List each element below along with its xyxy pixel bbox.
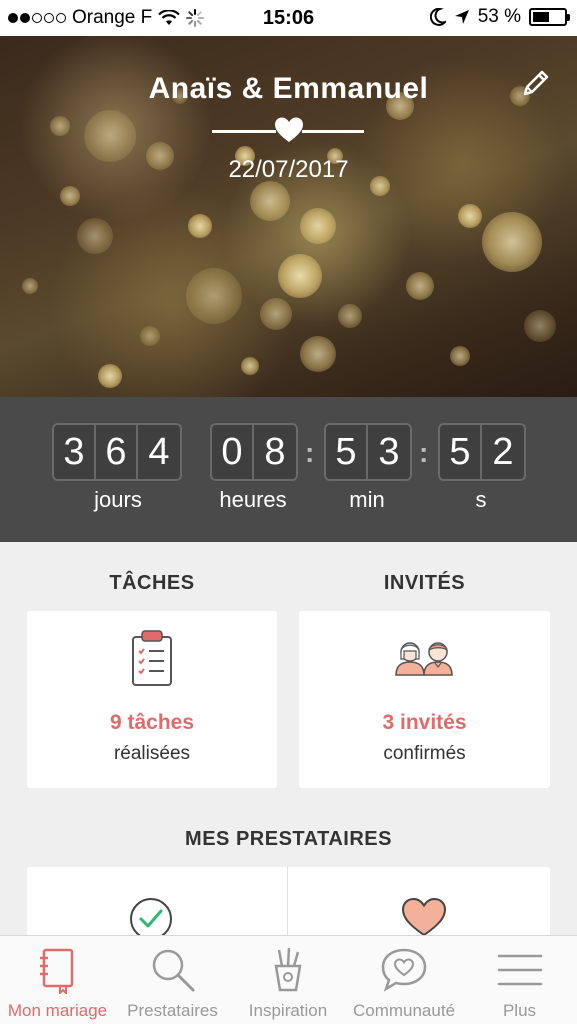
seconds-digits: 5 2 (438, 423, 526, 481)
status-bar: Orange F 15:06 53 % (0, 0, 577, 36)
couple-names: Anaïs & Emmanuel (148, 72, 429, 105)
guests-card[interactable]: 3 invités confirmés (299, 611, 550, 788)
seconds-label: s (475, 487, 487, 512)
minutes-label: min (349, 487, 385, 512)
guests-subtext: confirmés (383, 743, 466, 764)
bokeh-light (406, 272, 434, 300)
couple-avatars-icon (395, 642, 453, 676)
tab-plus[interactable]: Plus (462, 936, 577, 1024)
divider-left (212, 130, 276, 133)
pencil-edit-icon[interactable] (519, 66, 553, 100)
heart-icon (275, 117, 303, 142)
minutes-digits: 5 3 (324, 423, 412, 481)
divider-right (302, 130, 364, 133)
bokeh-light (300, 208, 336, 244)
bokeh-light (458, 204, 482, 228)
seconds-digit: 5 (440, 425, 482, 479)
bokeh-light (338, 304, 362, 328)
tasks-card[interactable]: 9 tâches réalisées (27, 611, 277, 788)
bokeh-light (60, 186, 80, 206)
status-right: 53 % (429, 6, 570, 28)
hours-label: heures (219, 487, 287, 512)
days-label: jours (94, 487, 142, 512)
bokeh-light (482, 212, 542, 272)
wedding-date: 22/07/2017 (228, 156, 349, 183)
tasks-subtext: réalisées (113, 743, 191, 764)
pencil-cup-icon (274, 947, 302, 992)
bokeh-light (188, 214, 212, 238)
battery-percent: 53 % (477, 6, 521, 27)
hours-digit: 0 (212, 425, 254, 479)
tab-inspiration[interactable]: Inspiration (230, 936, 346, 1024)
bokeh-light (278, 254, 322, 298)
minutes-digit: 3 (368, 425, 410, 479)
countdown-panel: 3 6 4 0 8 : 5 3 : 5 2 jours heures min s (0, 397, 577, 542)
bokeh-light (22, 278, 38, 294)
bokeh-light (241, 357, 259, 375)
minutes-digit: 5 (326, 425, 368, 479)
bokeh-light (98, 364, 122, 388)
search-icon (152, 949, 194, 992)
tab-prestataires[interactable]: Prestataires (115, 936, 230, 1024)
bokeh-light (450, 346, 470, 366)
tasks-count: 9 tâches (109, 711, 195, 734)
bokeh-light (300, 336, 336, 372)
heart-icon[interactable] (401, 897, 447, 937)
vendors-section-title: MES PRESTATAIRES (185, 828, 392, 850)
menu-icon (497, 954, 542, 986)
bokeh-light (140, 326, 160, 346)
clipboard-checklist-icon (132, 630, 172, 686)
days-digit: 3 (54, 425, 96, 479)
hero-banner: Anaïs & Emmanuel 22/07/2017 (0, 36, 577, 397)
guests-count: 3 invités (382, 711, 467, 734)
hours-digit: 8 (254, 425, 296, 479)
days-digit: 6 (96, 425, 138, 479)
bokeh-light (524, 310, 556, 342)
notebook-icon (39, 948, 73, 994)
bokeh-light (84, 110, 136, 162)
chat-heart-icon (381, 948, 427, 992)
days-digits: 3 6 4 (52, 423, 182, 481)
tab-communaute[interactable]: Communauté (346, 936, 462, 1024)
countdown-separator: : (305, 437, 315, 468)
bokeh-light (250, 181, 290, 221)
tab-mon-mariage[interactable]: Mon mariage (0, 936, 115, 1024)
battery-icon (529, 8, 570, 26)
seconds-digit: 2 (482, 425, 524, 479)
bokeh-light (50, 116, 70, 136)
bottom-tab-bar: Mon mariage Prestataires Inspiration Com… (0, 935, 577, 1024)
guests-section-title: INVITÉS (383, 572, 466, 594)
countdown-separator: : (419, 437, 429, 468)
tasks-section-title: TÂCHES (109, 572, 195, 594)
moon-icon (429, 8, 446, 26)
hours-digits: 0 8 (210, 423, 298, 481)
bokeh-light (186, 268, 242, 324)
location-arrow-icon (454, 10, 469, 24)
bokeh-light (77, 218, 113, 254)
bokeh-light (260, 298, 292, 330)
tab-label: Plus (502, 1001, 537, 1020)
days-digit: 4 (138, 425, 180, 479)
